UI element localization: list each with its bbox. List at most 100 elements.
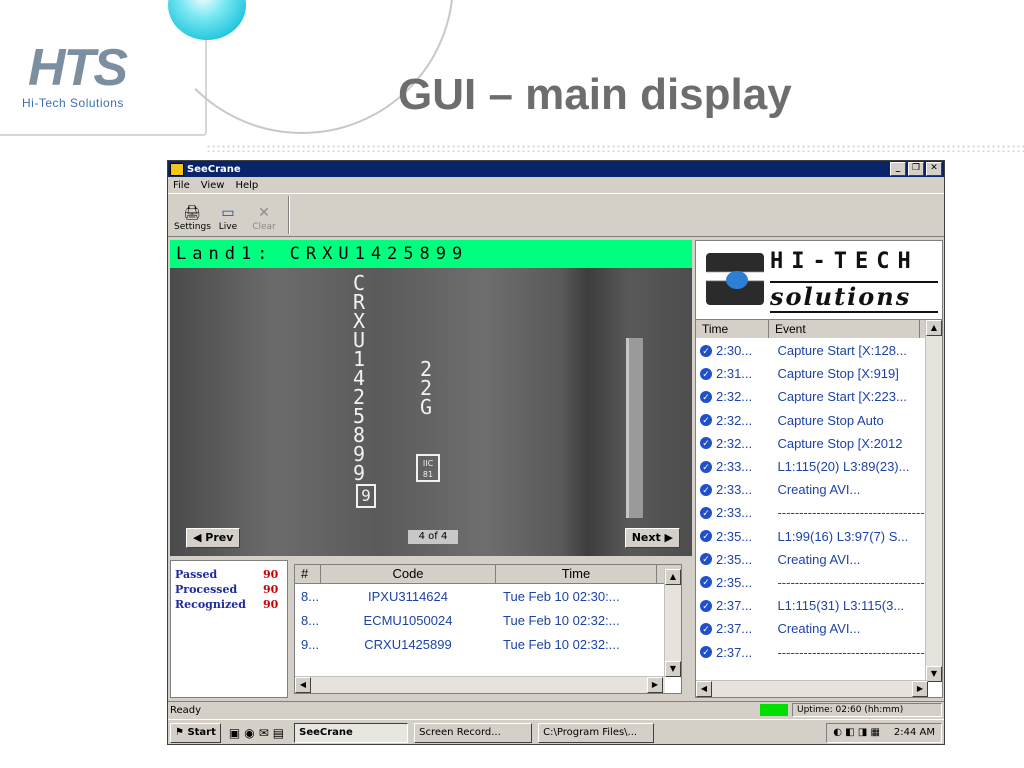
container-code-vertical: CRXU1425899: [352, 271, 366, 485]
column-time[interactable]: Time: [696, 320, 769, 338]
status-bar: Ready Uptime: 02:60 (hh:mm): [168, 701, 944, 718]
live-button[interactable]: ▭ Live: [210, 204, 246, 236]
event-row[interactable]: ✓ 2:33... Creating AVI...: [696, 478, 928, 501]
menu-view[interactable]: View: [196, 180, 231, 191]
event-text: Capture Start [X:128...: [777, 343, 907, 359]
maximize-button[interactable]: ❐: [908, 162, 924, 176]
event-time: 2:32...: [716, 435, 753, 451]
mail-icon[interactable]: ✉: [259, 726, 273, 740]
next-frame-button[interactable]: Next ▶: [624, 528, 680, 548]
event-row[interactable]: ✓ 2:32... Capture Stop [X:2012: [696, 432, 928, 455]
event-text: Creating AVI...: [777, 482, 861, 498]
scroll-left-arrow-icon[interactable]: ◀: [696, 681, 712, 697]
event-text: L1:115(20) L3:89(23)...: [777, 459, 910, 475]
codes-scroll-right-icon[interactable]: ▶: [647, 677, 663, 693]
row-time: Tue Feb 10 02:32:...: [503, 636, 620, 652]
event-text: Capture Stop [X:2012: [777, 435, 903, 451]
event-row[interactable]: ✓ 2:30... Capture Start [X:128...: [696, 339, 928, 362]
status-text: Ready: [170, 704, 202, 716]
event-time: 2:37...: [716, 598, 753, 614]
column-code-time[interactable]: Time: [496, 565, 657, 583]
scroll-down-arrow-icon[interactable]: ▼: [926, 666, 942, 682]
codes-scroll-up-icon[interactable]: ▲: [665, 569, 681, 585]
table-row[interactable]: 8... ECMU1050024 Tue Feb 10 02:32:...: [295, 608, 681, 632]
event-time: 2:32...: [716, 412, 753, 428]
windows-taskbar: ⚑ Start ▣ ◉ ✉ ▤ SeeCrane Screen Record..…: [168, 719, 944, 744]
event-row[interactable]: ✓ 2:33... L1:115(20) L3:89(23)...: [696, 455, 928, 478]
event-time: 2:33...: [716, 505, 753, 521]
table-row[interactable]: 9... CRXU1425899 Tue Feb 10 02:32:...: [295, 632, 681, 656]
event-list-hscrollbar[interactable]: ◀ ▶: [696, 680, 928, 697]
event-text: ------------------------------------: [777, 644, 928, 660]
frame-navigation: ◀ Prev 4 of 4 Next ▶: [182, 528, 680, 548]
prev-frame-button[interactable]: ◀ Prev: [186, 528, 241, 548]
event-list-vscrollbar[interactable]: ▲ ▼: [925, 320, 942, 682]
checkmark-icon: ✓: [700, 367, 712, 380]
event-row[interactable]: ✓ 2:32... Capture Stop Auto: [696, 409, 928, 432]
toolbar-separator: [288, 196, 290, 234]
window-titlebar[interactable]: SeeCrane _ ❐ ✕: [168, 161, 944, 177]
column-number[interactable]: #: [295, 565, 321, 583]
event-panel: HI-TECH solutions Time Event ✓ 2:30... Cap…: [695, 240, 943, 698]
column-code[interactable]: Code: [321, 565, 496, 583]
brand-line2: solutions: [770, 281, 938, 313]
event-list[interactable]: ✓ 2:30... Capture Start [X:128... ✓ 2:31... C…: [696, 339, 928, 681]
checkmark-icon: ✓: [700, 599, 712, 612]
check-digit-box: 9: [356, 484, 376, 508]
event-row[interactable]: ✓ 2:35... --------------------------------…: [696, 571, 928, 594]
codes-vscrollbar[interactable]: ▲ ▼: [664, 569, 681, 677]
task-seecrane[interactable]: SeeCrane: [294, 723, 409, 743]
event-text: ------------------------------------: [777, 574, 928, 590]
settings-button[interactable]: 🖨 Settings: [174, 204, 211, 236]
stat-recognized: Recognized 90: [175, 598, 279, 611]
container-type-code: 22G: [419, 357, 433, 419]
system-tray: ◐ ◧ ◨ ▦ 2:44 AM: [826, 723, 942, 743]
tray-clock: 2:44 AM: [893, 727, 935, 738]
event-time: 2:31...: [716, 366, 753, 382]
event-row[interactable]: ✓ 2:32... Capture Start [X:223...: [696, 385, 928, 408]
frame-counter: 4 of 4: [408, 530, 458, 544]
menu-file[interactable]: File: [168, 180, 196, 191]
codes-scroll-left-icon[interactable]: ◀: [295, 677, 311, 693]
event-text: L1:115(31) L3:115(3...: [777, 598, 905, 614]
checkmark-icon: ✓: [700, 622, 712, 635]
row-code: IPXU3114624: [368, 588, 448, 604]
menu-help[interactable]: Help: [230, 180, 264, 191]
clear-label: Clear: [252, 222, 276, 232]
eye-logo-icon: [706, 253, 764, 305]
event-row[interactable]: ✓ 2:37... Creating AVI...: [696, 617, 928, 640]
event-row[interactable]: ✓ 2:33... --------------------------------…: [696, 501, 928, 524]
row-time: Tue Feb 10 02:32:...: [503, 612, 620, 628]
column-event[interactable]: Event: [769, 320, 920, 338]
uptime-text: Uptime: 02:60 (hh:mm): [792, 703, 942, 717]
tray-icons[interactable]: ◐ ◧ ◨ ▦: [833, 724, 880, 742]
codes-hscrollbar[interactable]: ◀ ▶: [295, 676, 665, 693]
table-row[interactable]: 8... IPXU3114624 Tue Feb 10 02:30:...: [295, 584, 681, 608]
task-program-files[interactable]: C:\Program Files\...: [538, 723, 655, 743]
media-icon[interactable]: ▤: [273, 726, 288, 740]
start-button[interactable]: ⚑ Start: [170, 723, 221, 743]
codes-scroll-down-icon[interactable]: ▼: [665, 661, 681, 677]
desktop-icon[interactable]: ▣: [229, 726, 244, 740]
minimize-button[interactable]: _: [890, 162, 906, 176]
close-button[interactable]: ✕: [926, 162, 942, 176]
event-row[interactable]: ✓ 2:37... --------------------------------…: [696, 640, 928, 663]
event-row[interactable]: ✓ 2:37... L1:115(31) L3:115(3...: [696, 594, 928, 617]
event-text: L1:99(16) L3:97(7) S...: [777, 528, 909, 544]
event-time: 2:37...: [716, 644, 753, 660]
task-screen-recorder[interactable]: Screen Record...: [414, 723, 533, 743]
clear-button[interactable]: ✕ Clear: [246, 204, 282, 236]
event-row[interactable]: ✓ 2:35... Creating AVI...: [696, 548, 928, 571]
menu-bar: File View Help: [168, 177, 944, 193]
event-row[interactable]: ✓ 2:31... Capture Stop [X:919]: [696, 362, 928, 385]
row-number: 9...: [301, 636, 320, 652]
scroll-right-arrow-icon[interactable]: ▶: [912, 681, 928, 697]
iic-badge: IIC 81: [416, 454, 440, 482]
hi-tech-logo: HI-TECH solutions: [696, 241, 942, 319]
event-time: 2:35...: [716, 574, 753, 590]
browser-icon[interactable]: ◉: [244, 726, 258, 740]
settings-icon: 🖨: [183, 205, 201, 221]
event-row[interactable]: ✓ 2:35... L1:99(16) L3:97(7) S...: [696, 525, 928, 548]
stat-processed: Processed 90: [175, 583, 279, 596]
scroll-up-arrow-icon[interactable]: ▲: [926, 320, 942, 336]
